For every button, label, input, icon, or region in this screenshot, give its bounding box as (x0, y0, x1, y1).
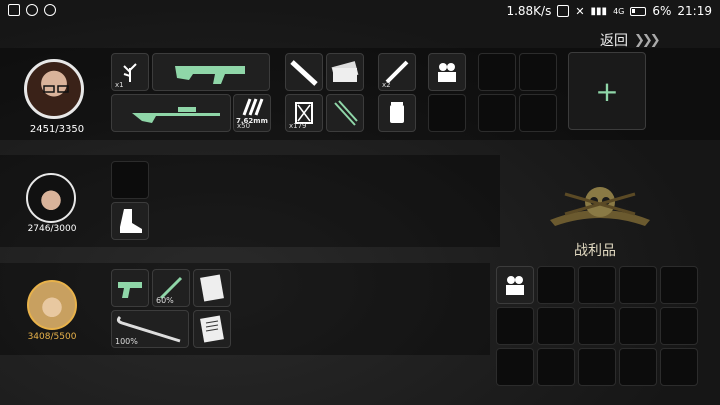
pistol-icon (118, 282, 142, 298)
bat-icon (290, 60, 318, 86)
item-count: x179 (289, 122, 307, 130)
loot-slot[interactable] (660, 307, 698, 345)
battery-icon (630, 6, 647, 16)
item-count: x1 (115, 81, 124, 89)
character-hp: 2451/3350 (29, 124, 85, 135)
sniper-rifle-icon (132, 107, 220, 123)
loot-slot[interactable] (496, 348, 534, 386)
network-type: 4G (613, 6, 625, 16)
loot-slot[interactable] (496, 307, 534, 345)
empty-slot[interactable] (519, 53, 557, 91)
loot-slot[interactable] (619, 348, 657, 386)
signal-icon: ▮▮▮ (590, 5, 608, 17)
avatar[interactable] (27, 280, 77, 330)
mute-icon: ✕ (575, 4, 585, 18)
loot-slot[interactable] (578, 307, 616, 345)
skull-emblem-icon (550, 187, 650, 226)
sniper-slot[interactable] (111, 94, 231, 132)
bat-slot[interactable] (285, 53, 323, 91)
crowbar-slot[interactable]: 100% (111, 310, 189, 348)
boots-slot[interactable] (111, 202, 149, 240)
sync-icon (26, 4, 38, 16)
party-slot[interactable] (428, 53, 466, 91)
loot-slot[interactable] (578, 266, 616, 304)
boots-icon (120, 209, 142, 233)
loot-title: 战利品 (574, 243, 616, 259)
notebook-icon (200, 274, 224, 302)
syringe-slot[interactable]: x2 (378, 53, 416, 91)
party-members-icon (438, 63, 456, 82)
avatar[interactable] (26, 173, 76, 223)
back-label: 返回 (600, 33, 628, 49)
avatar[interactable] (24, 59, 84, 119)
knife-slot[interactable]: 60% (152, 269, 190, 307)
plus-icon: + (595, 74, 619, 108)
empty-slot[interactable] (478, 94, 516, 132)
item-count: x2 (382, 81, 391, 89)
empty-slot[interactable] (428, 94, 466, 132)
fuel-slot[interactable]: x179 (285, 94, 323, 132)
party-members-icon (506, 276, 524, 295)
loot-slot[interactable] (619, 266, 657, 304)
app-icon (44, 4, 56, 16)
notification-icon (8, 4, 20, 16)
herb-slot[interactable]: x1 (111, 53, 149, 91)
network-speed: 1.88K/s (506, 4, 552, 18)
jar-icon (390, 102, 404, 123)
assault-rifle-icon (175, 66, 245, 84)
empty-slot[interactable] (111, 161, 149, 199)
rifle-slot[interactable] (152, 53, 270, 91)
back-button[interactable]: 返回 ❯❯❯ (600, 30, 661, 50)
blades-icon (334, 100, 358, 126)
notebook-slot[interactable] (193, 269, 231, 307)
cast-icon (557, 5, 570, 17)
blade-slot[interactable] (326, 94, 364, 132)
item-count: x50 (237, 122, 251, 130)
loot-slot[interactable] (537, 266, 575, 304)
battery-percent: 6% (652, 4, 672, 18)
loot-slot[interactable] (578, 348, 616, 386)
clock: 21:19 (677, 4, 712, 18)
pistol-slot[interactable] (111, 269, 149, 307)
character-hp: 2746/3000 (27, 224, 77, 234)
durability-label: 60% (156, 296, 174, 305)
book-icon (200, 315, 224, 343)
money-stack-icon (331, 61, 359, 82)
loot-slot[interactable] (660, 266, 698, 304)
empty-slot[interactable] (478, 53, 516, 91)
loot-slot[interactable] (619, 307, 657, 345)
loot-slot[interactable] (537, 348, 575, 386)
loot-slot[interactable] (537, 307, 575, 345)
cash-slot[interactable] (326, 53, 364, 91)
status-bar: 1.88K/s ✕ ▮▮▮ 4G 6% 21:19 (0, 0, 720, 24)
ammo-icon (242, 98, 264, 116)
book-slot[interactable] (193, 310, 231, 348)
durability-label: 100% (115, 337, 138, 346)
ammo-slot[interactable]: 7.62mm x50 (233, 94, 271, 132)
empty-slot[interactable] (519, 94, 557, 132)
jar-slot[interactable] (378, 94, 416, 132)
triple-chevron-icon: ❯❯❯ (634, 32, 661, 48)
loot-slot[interactable] (660, 348, 698, 386)
character-hp: 3408/5500 (27, 332, 77, 342)
loot-party-slot[interactable] (496, 266, 534, 304)
add-slot-button[interactable]: + (568, 52, 646, 130)
